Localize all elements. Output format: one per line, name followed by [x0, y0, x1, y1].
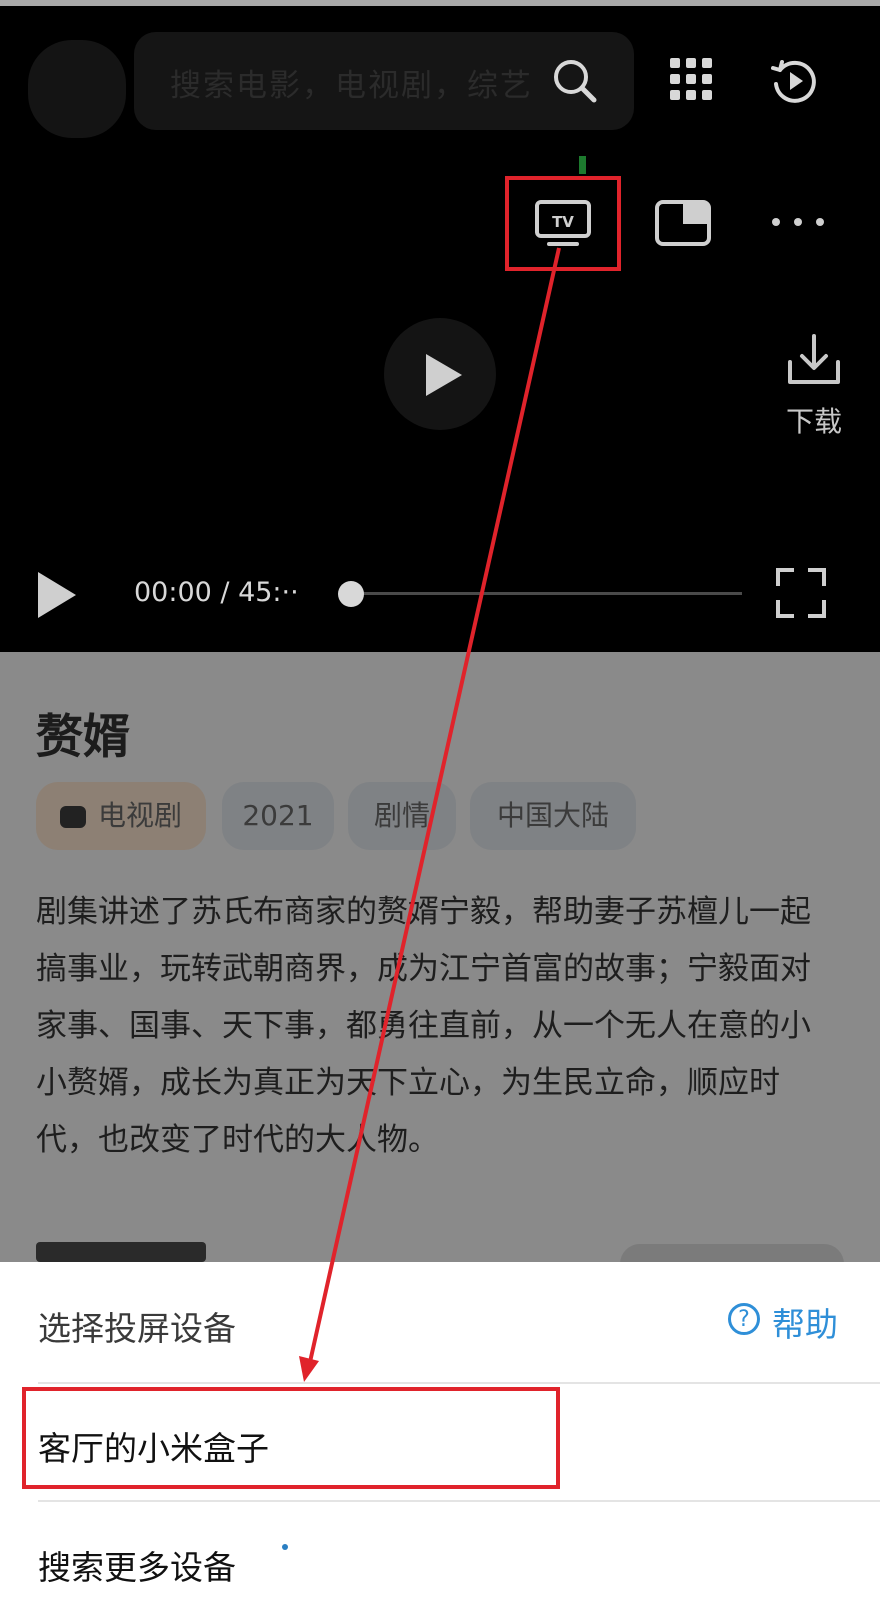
- annotation-arrow: [299, 247, 561, 1382]
